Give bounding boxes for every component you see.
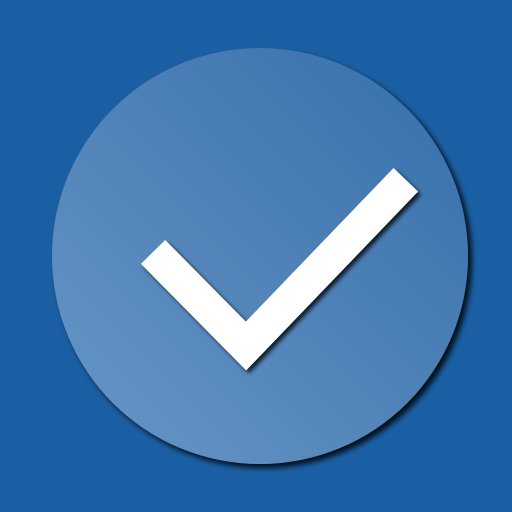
badge-circle (52, 48, 468, 464)
app-icon (0, 0, 512, 512)
